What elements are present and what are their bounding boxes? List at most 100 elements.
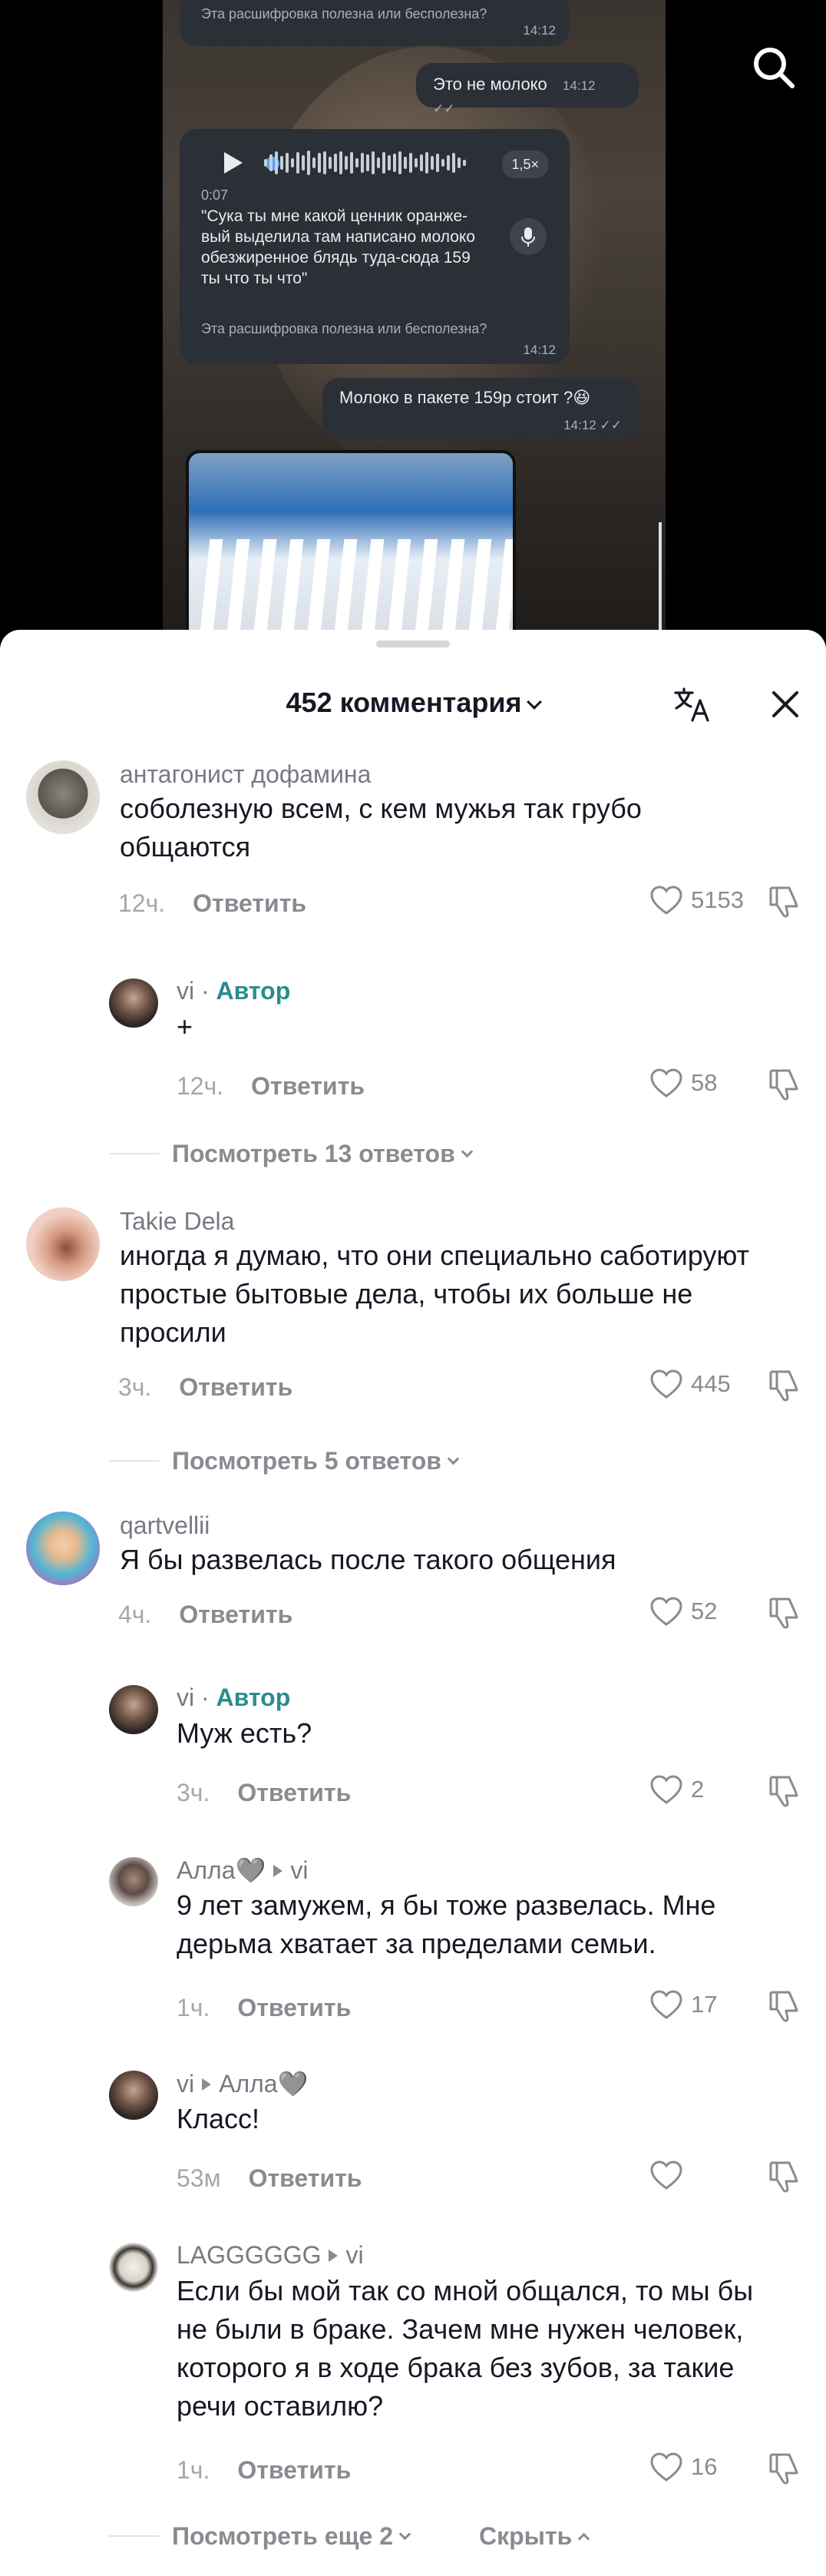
like-button[interactable]: 52 — [649, 1593, 717, 1630]
reply-button[interactable]: Ответить — [237, 1779, 351, 1806]
comment-text: соболезную всем, с кем мужья так грубо о… — [120, 793, 642, 863]
like-button[interactable]: 17 — [649, 1986, 717, 2023]
microphone-icon — [510, 218, 547, 255]
dislike-icon[interactable] — [766, 2158, 801, 2194]
author-badge: Автор — [216, 977, 291, 1005]
comment-text: + — [177, 1011, 193, 1042]
chevron-down-icon — [447, 1452, 460, 1465]
avatar[interactable] — [109, 1685, 158, 1734]
dislike-icon[interactable] — [766, 2450, 801, 2485]
comment-username[interactable]: Takie Dela — [120, 1207, 234, 1236]
avatar[interactable] — [26, 760, 100, 834]
message-time: 14:12 — [523, 23, 556, 38]
reply-button[interactable]: Ответить — [249, 2164, 362, 2192]
waveform — [264, 151, 494, 175]
reply-button[interactable]: Ответить — [179, 1601, 292, 1628]
reply-button[interactable]: Ответить — [251, 1072, 365, 1100]
comment-meta: 3ч. Ответить — [118, 1373, 292, 1402]
voice-message: 1,5× 0:07 "Сука ты мне какой ценник оран… — [180, 129, 570, 364]
like-button[interactable]: 445 — [649, 1366, 731, 1402]
comment-time: 53м — [177, 2164, 221, 2192]
comment-time: 3ч. — [177, 1779, 210, 1806]
video-scrubber[interactable] — [659, 522, 662, 630]
voice-transcript: "Сука ты мне какой ценник оранже-вый выд… — [201, 207, 475, 287]
heart-icon — [650, 2160, 682, 2190]
message-text: Молоко в пакете 159р стоит ?😆 — [339, 388, 591, 407]
dislike-icon[interactable] — [766, 1988, 801, 2023]
heart-icon — [650, 886, 682, 915]
read-checks-icon: ✓✓ — [433, 101, 455, 116]
dislike-icon[interactable] — [766, 1066, 801, 1101]
playback-speed-button: 1,5× — [502, 151, 548, 178]
comment-meta: 3ч. Ответить — [177, 1779, 351, 1807]
like-button[interactable]: 16 — [649, 2449, 717, 2485]
dislike-icon[interactable] — [766, 1773, 801, 1808]
view-replies-button[interactable]: Посмотреть 5 ответов — [109, 1447, 460, 1475]
hide-replies-button[interactable]: Скрыть — [479, 2522, 590, 2551]
heart-icon — [650, 1369, 682, 1399]
dislike-icon[interactable] — [766, 1594, 801, 1630]
avatar[interactable] — [109, 2071, 158, 2120]
reply-button[interactable]: Ответить — [193, 889, 306, 917]
comment-text: Я бы развелась после такого общения — [120, 1544, 616, 1575]
outgoing-message: Это не молоко 14:12 ✓✓ — [416, 63, 639, 116]
heart-icon — [650, 1068, 682, 1098]
comment-text: Муж есть? — [177, 1717, 312, 1749]
comment-text: Если бы мой так со мной общался, то мы б… — [177, 2275, 754, 2422]
reply-button[interactable]: Ответить — [237, 2456, 351, 2484]
comments-sheet: 452 комментария антагонист дофамина собо… — [0, 630, 826, 2576]
reply-arrow-icon — [273, 1865, 283, 1877]
comment-username[interactable]: vi · Автор — [177, 977, 290, 1005]
reply-arrow-icon — [202, 2078, 212, 2091]
drag-handle[interactable] — [376, 641, 450, 647]
like-count: 52 — [691, 1598, 718, 1624]
chat-notice-bubble: Эта расшифровка полезна или бесполезна? … — [180, 0, 570, 46]
like-button[interactable]: 58 — [649, 1065, 717, 1101]
view-more-replies-button[interactable]: Посмотреть еще 2 — [109, 2522, 411, 2551]
comment-username[interactable]: qartvellii — [120, 1511, 210, 1540]
comment-username[interactable]: Алла🩶 vi — [177, 1856, 308, 1885]
transcript-feedback-text: Эта расшифровка полезна или бесполезна? — [201, 321, 487, 336]
avatar[interactable] — [26, 1207, 100, 1281]
comment-text: 9 лет замужем, я бы тоже развелась. Мне … — [177, 1889, 716, 1959]
translate-icon[interactable] — [672, 685, 712, 725]
chevron-down-icon — [461, 1145, 474, 1158]
avatar[interactable] — [109, 978, 158, 1028]
like-button[interactable]: 2 — [649, 1771, 704, 1808]
comment-text: иногда я думаю, что они специально сабот… — [120, 1240, 750, 1348]
avatar[interactable] — [26, 1511, 100, 1585]
comment-username[interactable]: LAGGGGGG vi — [177, 2241, 364, 2270]
video-player[interactable]: Эта расшифровка полезна или бесполезна? … — [0, 0, 826, 637]
heart-icon — [650, 2452, 682, 2482]
chevron-up-icon — [578, 2532, 590, 2545]
dislike-icon[interactable] — [766, 1367, 801, 1402]
heart-icon — [650, 1775, 682, 1804]
reply-button[interactable]: Ответить — [179, 1373, 292, 1401]
reply-button[interactable]: Ответить — [237, 1994, 351, 2021]
message-time: 14:12 — [563, 418, 596, 432]
chevron-down-icon — [527, 694, 543, 710]
avatar[interactable] — [109, 2243, 158, 2292]
like-count: 445 — [691, 1370, 731, 1397]
like-button[interactable]: 5153 — [649, 882, 744, 919]
comment-time: 12ч. — [118, 889, 166, 917]
comment-username[interactable]: vi · Автор — [177, 1684, 290, 1712]
avatar[interactable] — [109, 1857, 158, 1906]
heart-icon — [650, 1990, 682, 2019]
message-time: 14:12 — [523, 343, 556, 357]
comment-time: 12ч. — [177, 1072, 224, 1100]
comment-username[interactable]: vi Алла🩶 — [177, 2069, 308, 2098]
comment-username[interactable]: антагонист дофамина — [120, 760, 371, 789]
close-icon[interactable] — [766, 685, 805, 723]
view-replies-button[interactable]: Посмотреть 13 ответов — [109, 1140, 474, 1168]
comment-meta: 12ч. Ответить — [177, 1072, 365, 1101]
search-icon[interactable] — [749, 43, 798, 92]
comment-time: 1ч. — [177, 1994, 210, 2021]
dislike-icon[interactable] — [766, 883, 801, 919]
comment-meta: 1ч. Ответить — [177, 2456, 351, 2485]
like-button[interactable] — [649, 2157, 691, 2194]
comment-time: 4ч. — [118, 1601, 152, 1628]
comment-meta: 4ч. Ответить — [118, 1601, 292, 1629]
play-icon — [224, 152, 243, 174]
message-time: 14:12 — [562, 78, 596, 93]
